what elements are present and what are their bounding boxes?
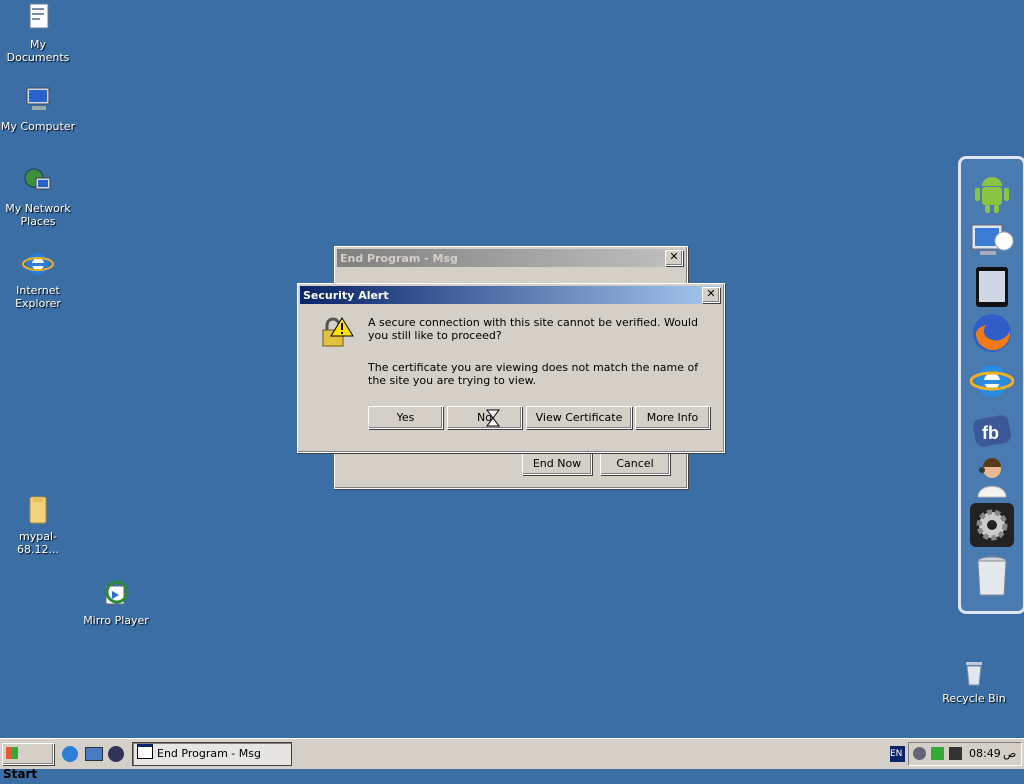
- alert-message-primary: A secure connection with this site canno…: [368, 316, 698, 342]
- desktop-icon-my-documents[interactable]: My Documents: [0, 2, 76, 64]
- desktop-icon-mirro-player[interactable]: Mirro Player: [78, 578, 154, 627]
- more-info-button[interactable]: More Info: [635, 406, 710, 429]
- close-icon[interactable]: ✕: [702, 287, 720, 303]
- firefox-icon[interactable]: [970, 311, 1014, 355]
- security-alert-dialog: Security Alert ✕ A secure connection wit…: [297, 283, 725, 453]
- task-label: End Program - Msg: [157, 747, 261, 760]
- internet-explorer-icon: [22, 248, 54, 280]
- desktop-icon-mypal[interactable]: mypal-68.12...: [0, 494, 76, 556]
- desktop-icon-internet-explorer[interactable]: Internet Explorer: [0, 248, 76, 310]
- end-now-button[interactable]: End Now: [522, 452, 592, 475]
- icon-label: Internet Explorer: [15, 284, 61, 310]
- icon-label: My Computer: [0, 120, 76, 133]
- window-icon: [137, 744, 153, 759]
- media-player-icon: [100, 578, 132, 610]
- internet-explorer-icon[interactable]: [969, 359, 1015, 403]
- desktop-icon-my-computer[interactable]: My Computer: [0, 84, 76, 133]
- icon-label: My Documents: [6, 38, 70, 64]
- clock-time[interactable]: 08:49: [969, 743, 1001, 765]
- document-icon: [22, 2, 54, 34]
- start-label: Start: [3, 767, 38, 781]
- facebook-icon[interactable]: fb: [970, 409, 1014, 453]
- android-icon[interactable]: [970, 171, 1014, 215]
- tray-antivirus-icon[interactable]: [931, 747, 944, 760]
- end-program-titlebar[interactable]: End Program - Msg ✕: [337, 249, 685, 267]
- network-globe-icon: [22, 166, 54, 198]
- recycle-bin-icon: [958, 656, 990, 688]
- start-button[interactable]: Start: [2, 743, 54, 781]
- window-title: Security Alert: [303, 288, 389, 302]
- desktop-icon-my-network-places[interactable]: My Network Places: [0, 166, 76, 228]
- folder-icon: [22, 494, 54, 526]
- remote-desktop-icon[interactable]: [970, 219, 1014, 263]
- internet-explorer-icon[interactable]: [62, 746, 78, 762]
- media-player-icon[interactable]: [108, 746, 124, 762]
- system-tray: 08:49 ص: [908, 742, 1022, 766]
- view-certificate-button[interactable]: View Certificate: [526, 406, 632, 429]
- tray-network-icon[interactable]: [913, 747, 926, 760]
- cancel-button[interactable]: Cancel: [600, 452, 670, 475]
- show-desktop-icon[interactable]: [85, 747, 103, 761]
- close-icon[interactable]: ✕: [665, 250, 683, 266]
- icon-label: mypal-68.12...: [17, 530, 59, 556]
- security-alert-titlebar[interactable]: Security Alert ✕: [300, 286, 722, 304]
- language-indicator[interactable]: EN: [890, 746, 905, 762]
- quick-launch: [60, 745, 126, 763]
- windows-logo-icon: [6, 747, 18, 759]
- no-button[interactable]: No: [447, 406, 522, 429]
- hourglass-cursor-icon: [486, 409, 500, 427]
- clock-ampm: ص: [1003, 747, 1017, 760]
- icon-label: Recycle Bin: [942, 692, 1006, 705]
- desktop-icon-recycle-bin[interactable]: Recycle Bin: [936, 656, 1012, 705]
- support-agent-icon[interactable]: [970, 455, 1014, 499]
- alert-message-secondary: The certificate you are viewing does not…: [368, 361, 699, 387]
- computer-icon: [22, 84, 54, 116]
- yes-button[interactable]: Yes: [368, 406, 443, 429]
- taskbar-task-end-program[interactable]: End Program - Msg: [132, 742, 292, 766]
- window-title: End Program - Msg: [340, 251, 458, 265]
- taskbar: Start End Program - Msg EN 08:49 ص: [0, 738, 1024, 781]
- trash-can-icon[interactable]: [970, 553, 1014, 597]
- app-dock: fb: [958, 156, 1024, 614]
- icon-label: Mirro Player: [83, 614, 149, 627]
- warning-lock-icon: [320, 316, 354, 350]
- tablet-icon[interactable]: [970, 265, 1014, 309]
- tray-connection-icon[interactable]: [949, 747, 962, 760]
- icon-label: My Network Places: [5, 202, 71, 228]
- svg-text:fb: fb: [982, 423, 999, 443]
- settings-gear-icon[interactable]: [970, 503, 1014, 547]
